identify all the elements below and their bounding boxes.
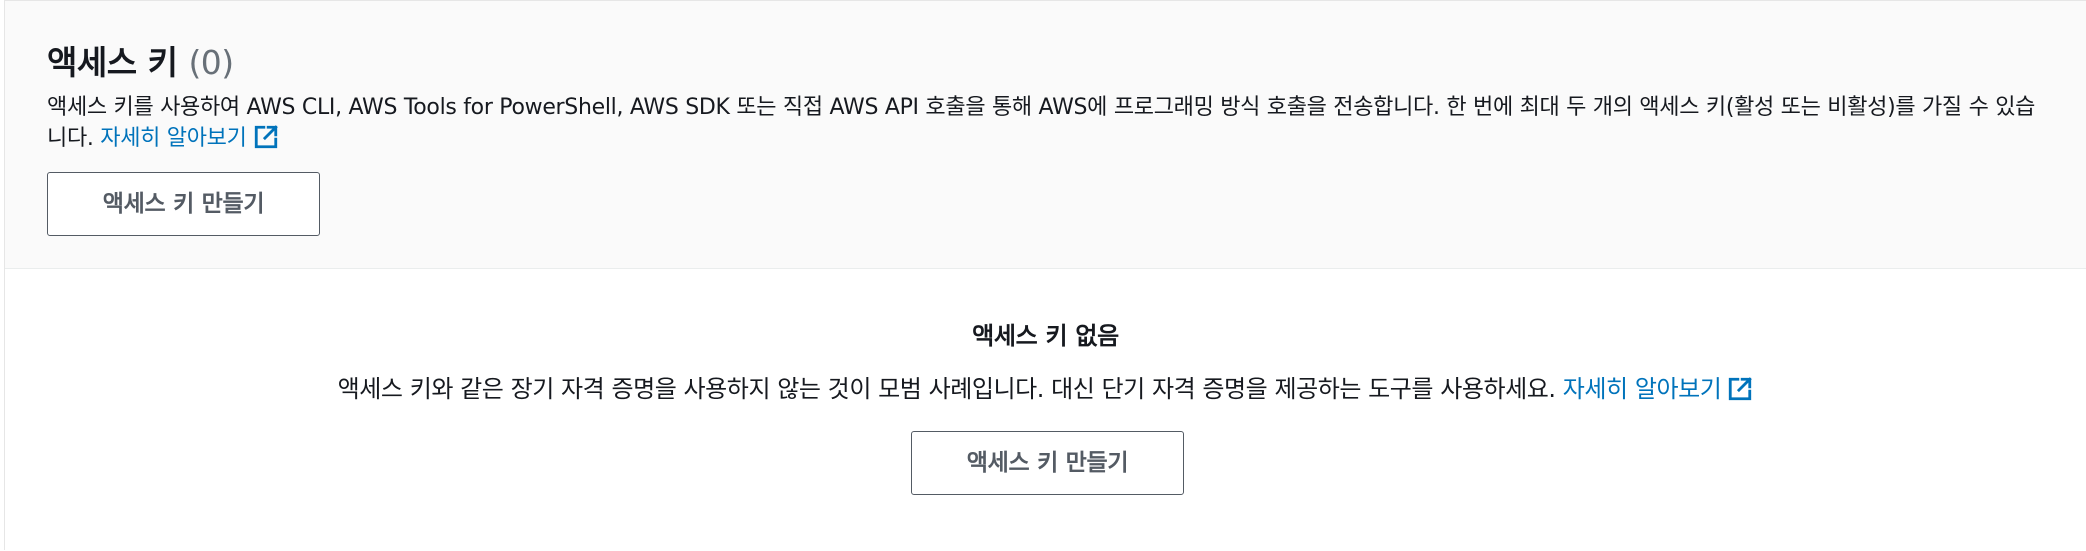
section-description-text: 액세스 키를 사용하여 AWS CLI, AWS Tools for Power… (47, 95, 2036, 151)
create-access-key-button[interactable]: 액세스 키 만들기 (47, 172, 320, 236)
learn-more-link[interactable]: 자세히 알아보기 (100, 125, 278, 151)
empty-state-learn-more-link[interactable]: 자세히 알아보기 (1563, 375, 1754, 403)
access-keys-header: 액세스 키 (0) 액세스 키를 사용하여 AWS CLI, AWS Tools… (5, 1, 2086, 269)
access-key-count: (0) (188, 43, 234, 82)
empty-state-learn-more-label: 자세히 알아보기 (1562, 375, 1722, 403)
empty-state-description: 액세스 키와 같은 장기 자격 증명을 사용하지 않는 것이 모범 사례입니다.… (5, 372, 2086, 411)
empty-state-description-text: 액세스 키와 같은 장기 자격 증명을 사용하지 않는 것이 모범 사례입니다.… (337, 375, 1556, 403)
learn-more-link-label: 자세히 알아보기 (100, 126, 247, 151)
empty-state-create-access-key-button[interactable]: 액세스 키 만들기 (911, 431, 1184, 495)
empty-state: 액세스 키 없음 액세스 키와 같은 장기 자격 증명을 사용하지 않는 것이 … (5, 269, 2086, 551)
section-title-text: 액세스 키 (47, 43, 178, 82)
access-keys-panel: 액세스 키 (0) 액세스 키를 사용하여 AWS CLI, AWS Tools… (4, 0, 2086, 550)
external-link-icon (1727, 376, 1753, 411)
empty-state-title: 액세스 키 없음 (972, 322, 1119, 350)
section-title: 액세스 키 (0) (47, 41, 234, 85)
section-description: 액세스 키를 사용하여 AWS CLI, AWS Tools for Power… (47, 92, 2037, 159)
external-link-icon (253, 124, 279, 159)
